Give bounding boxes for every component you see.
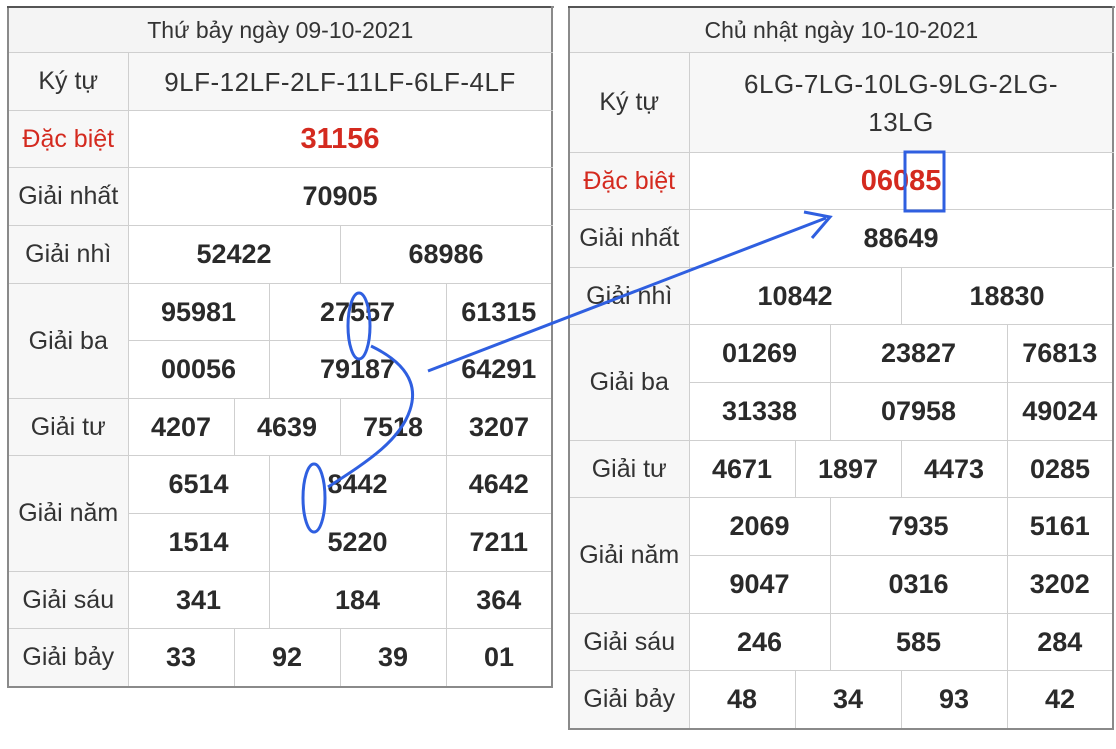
fourth-prize-value: 3207 <box>445 398 553 456</box>
seventh-prize-value: 39 <box>339 628 447 688</box>
code-value: 9LF-12LF-2LF-11LF-6LF-4LF <box>127 52 553 111</box>
label-third: Giải ba <box>7 283 129 399</box>
fifth-prize-value: 1514 <box>127 513 270 572</box>
results-table-left: Thứ bảy ngày 09-10-2021 Ký tự 9LF-12LF-2… <box>7 6 553 688</box>
sixth-prize-value: 585 <box>829 613 1008 671</box>
special-prize-value: 06085 <box>688 152 1114 210</box>
third-prize-value: 95981 <box>127 283 270 341</box>
second-prize-value: 52422 <box>127 225 341 284</box>
sixth-prize-value: 341 <box>127 571 270 629</box>
seventh-prize-value: 42 <box>1006 670 1114 730</box>
fourth-prize-value: 4639 <box>233 398 341 456</box>
third-prize-value: 49024 <box>1006 382 1114 441</box>
label-first: Giải nhất <box>568 209 690 268</box>
fourth-prize-value: 4473 <box>900 440 1008 498</box>
label-fourth: Giải tư <box>568 440 690 498</box>
third-prize-value: 31338 <box>688 382 831 441</box>
fifth-prize-value: 4642 <box>445 455 553 514</box>
third-prize-value: 79187 <box>268 340 447 399</box>
label-sixth: Giải sáu <box>568 613 690 671</box>
seventh-prize-value: 93 <box>900 670 1008 730</box>
fifth-prize-value: 7935 <box>829 497 1008 556</box>
label-third: Giải ba <box>568 324 690 441</box>
code-line-2: 13LG <box>868 106 934 137</box>
third-prize-value: 27557 <box>268 283 447 341</box>
fifth-prize-value: 8442 <box>268 455 447 514</box>
second-prize-value: 10842 <box>688 267 902 325</box>
third-prize-value: 07958 <box>829 382 1008 441</box>
first-prize-value: 70905 <box>127 167 553 226</box>
second-prize-value: 18830 <box>900 267 1114 325</box>
fifth-prize-value: 5220 <box>268 513 447 572</box>
fifth-prize-value: 5161 <box>1006 497 1114 556</box>
fifth-prize-value: 7211 <box>445 513 553 572</box>
label-code: Ký tự <box>7 52 129 111</box>
label-special: Đặc biệt <box>568 152 690 210</box>
fourth-prize-value: 7518 <box>339 398 447 456</box>
fourth-prize-value: 4671 <box>688 440 796 498</box>
third-prize-value: 23827 <box>829 324 1008 383</box>
label-sixth: Giải sáu <box>7 571 129 629</box>
label-first: Giải nhất <box>7 167 129 226</box>
label-second: Giải nhì <box>568 267 690 325</box>
sixth-prize-value: 364 <box>445 571 553 629</box>
results-table-right: Chủ nhật ngày 10-10-2021 Ký tự 6LG-7LG-1… <box>568 6 1115 730</box>
fifth-prize-value: 9047 <box>688 555 831 614</box>
date-title: Chủ nhật ngày 10-10-2021 <box>568 6 1114 53</box>
fourth-prize-value: 1897 <box>794 440 902 498</box>
label-fifth: Giải năm <box>7 455 129 572</box>
label-code: Ký tự <box>568 52 690 153</box>
fifth-prize-value: 0316 <box>829 555 1008 614</box>
third-prize-value: 76813 <box>1006 324 1114 383</box>
label-seventh: Giải bảy <box>568 670 690 730</box>
sixth-prize-value: 284 <box>1006 613 1114 671</box>
seventh-prize-value: 48 <box>688 670 796 730</box>
label-seventh: Giải bảy <box>7 628 129 688</box>
third-prize-value: 01269 <box>688 324 831 383</box>
third-prize-value: 64291 <box>445 340 553 399</box>
date-title: Thứ bảy ngày 09-10-2021 <box>7 6 553 53</box>
label-fifth: Giải năm <box>568 497 690 614</box>
sixth-prize-value: 184 <box>268 571 447 629</box>
label-second: Giải nhì <box>7 225 129 284</box>
second-prize-value: 68986 <box>339 225 553 284</box>
label-fourth: Giải tư <box>7 398 129 456</box>
third-prize-value: 61315 <box>445 283 553 341</box>
third-prize-value: 00056 <box>127 340 270 399</box>
fifth-prize-value: 2069 <box>688 497 831 556</box>
fifth-prize-value: 3202 <box>1006 555 1114 614</box>
sixth-prize-value: 246 <box>688 613 831 671</box>
seventh-prize-value: 33 <box>127 628 235 688</box>
fourth-prize-value: 4207 <box>127 398 235 456</box>
label-special: Đặc biệt <box>7 110 129 168</box>
fifth-prize-value: 6514 <box>127 455 270 514</box>
first-prize-value: 88649 <box>688 209 1114 268</box>
special-prize-value: 31156 <box>127 110 553 168</box>
code-value: 6LG-7LG-10LG-9LG-2LG- 13LG <box>688 52 1114 153</box>
seventh-prize-value: 01 <box>445 628 553 688</box>
seventh-prize-value: 92 <box>233 628 341 688</box>
fourth-prize-value: 0285 <box>1006 440 1114 498</box>
seventh-prize-value: 34 <box>794 670 902 730</box>
code-line-1: 6LG-7LG-10LG-9LG-2LG- <box>744 68 1059 99</box>
